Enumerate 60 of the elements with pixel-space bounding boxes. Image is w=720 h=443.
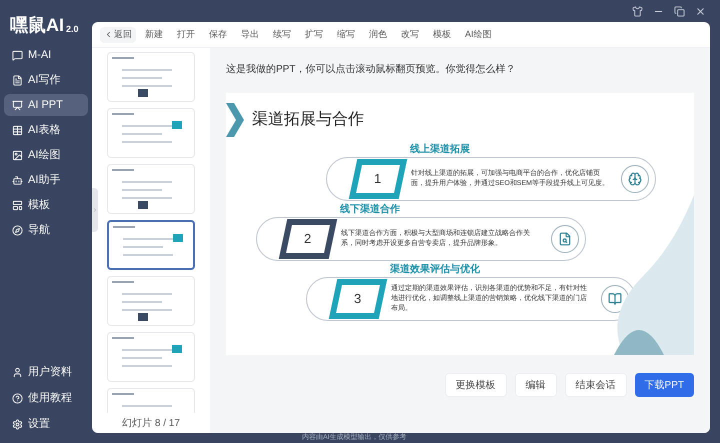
chat-message: 这是我做的PPT，你可以点击滚动鼠标翻页预览。你觉得怎么样？ bbox=[226, 62, 516, 77]
item-heading: 线上渠道拓展 bbox=[410, 143, 471, 157]
table-icon bbox=[12, 124, 23, 136]
sidebar-item[interactable]: AI表格 bbox=[4, 119, 88, 141]
action-button[interactable]: 更换模板 bbox=[444, 373, 507, 397]
toolbar-button[interactable]: 续写 bbox=[268, 28, 296, 42]
image-icon bbox=[12, 150, 23, 160]
action-button[interactable]: 编辑 bbox=[514, 373, 557, 397]
sidebar-item[interactable]: 使用教程 bbox=[4, 387, 88, 409]
app-logo: 嘿鼠AI bbox=[10, 16, 64, 34]
close-icon[interactable] bbox=[695, 6, 706, 16]
action-button[interactable]: 下载PPT bbox=[634, 373, 694, 397]
sidebar-item[interactable]: AI绘图 bbox=[4, 144, 88, 166]
sidebar-item[interactable]: 设置 bbox=[4, 413, 88, 435]
sidebar-item[interactable]: AI PPT bbox=[4, 94, 88, 116]
sidebar-item[interactable]: 导航 bbox=[4, 219, 88, 241]
theme-icon[interactable] bbox=[632, 6, 643, 16]
action-button[interactable]: 结束会话 bbox=[564, 373, 627, 397]
slide-thumbnail[interactable] bbox=[107, 220, 195, 270]
presentation-icon bbox=[12, 100, 23, 110]
document-icon bbox=[12, 74, 23, 86]
compass-icon bbox=[12, 224, 23, 236]
settings-icon bbox=[12, 418, 23, 430]
toolbar-button[interactable]: AI绘图 bbox=[460, 28, 497, 42]
book-icon bbox=[608, 292, 622, 306]
collapse-handle[interactable] bbox=[92, 188, 98, 232]
template-icon bbox=[12, 200, 23, 210]
file-search-icon bbox=[558, 232, 572, 246]
back-button[interactable]: 返回 bbox=[100, 26, 136, 42]
brain-icon bbox=[628, 172, 642, 186]
toolbar-button[interactable]: 润色 bbox=[364, 28, 392, 42]
sidebar-item[interactable]: 模板 bbox=[4, 194, 88, 216]
toolbar-button[interactable]: 缩写 bbox=[332, 28, 360, 42]
toolbar-button[interactable]: 扩写 bbox=[300, 28, 328, 42]
toolbar-button[interactable]: 打开 bbox=[172, 28, 200, 42]
user-icon bbox=[12, 366, 23, 378]
chat-icon bbox=[12, 50, 23, 60]
sidebar-item[interactable]: AI写作 bbox=[4, 69, 88, 91]
item-number: 2 bbox=[304, 230, 312, 248]
sidebar-item[interactable]: 用户资料 bbox=[4, 361, 88, 383]
help-icon bbox=[12, 392, 23, 404]
chevron-right-icon bbox=[92, 207, 98, 213]
slide-counter: 幻灯片 8 / 17 bbox=[122, 416, 180, 430]
restore-icon[interactable] bbox=[674, 6, 685, 16]
chevron-left-icon bbox=[104, 30, 113, 39]
item-number: 3 bbox=[354, 290, 362, 308]
chevron-icon bbox=[226, 103, 244, 137]
version-label: 2.0 bbox=[66, 25, 79, 34]
toolbar-button[interactable]: 改写 bbox=[396, 28, 424, 42]
toolbar-button[interactable]: 新建 bbox=[140, 28, 168, 42]
toolbar-button[interactable]: 保存 bbox=[204, 28, 232, 42]
robot-icon bbox=[12, 174, 23, 186]
item-heading: 渠道效果评估与优化 bbox=[390, 263, 481, 277]
item-number: 1 bbox=[374, 170, 382, 188]
item-heading: 线下渠道合作 bbox=[340, 203, 401, 217]
sidebar-item[interactable]: M-AI bbox=[4, 44, 88, 66]
slide-title: 渠道拓展与合作 bbox=[252, 110, 364, 130]
toolbar-button[interactable]: 导出 bbox=[236, 28, 264, 42]
sidebar-item[interactable]: AI助手 bbox=[4, 169, 88, 191]
toolbar-button[interactable]: 模板 bbox=[428, 28, 456, 42]
